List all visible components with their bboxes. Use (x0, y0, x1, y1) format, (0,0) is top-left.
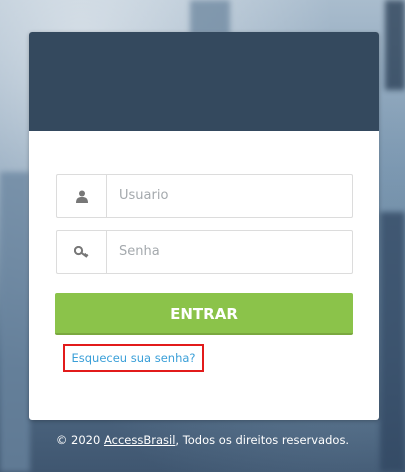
password-input[interactable]: Senha (119, 231, 160, 273)
background-building (385, 0, 405, 90)
footer-brand-link[interactable]: AccessBrasil (104, 433, 175, 447)
footer-suffix: , Todos os direitos reservados. (175, 433, 350, 447)
footer: © 2020 AccessBrasil, Todos os direitos r… (0, 433, 405, 447)
login-button[interactable]: ENTRAR (55, 293, 353, 335)
login-card: Usuario Senha ENTRAR Esqueceu sua senha? (29, 32, 379, 420)
footer-prefix: © 2020 (55, 433, 104, 447)
login-card-header (29, 32, 379, 131)
background-building (0, 172, 30, 472)
key-icon (57, 231, 107, 273)
forgot-password-link[interactable]: Esqueceu sua senha? (71, 351, 195, 365)
username-field[interactable]: Usuario (56, 174, 353, 218)
password-field[interactable]: Senha (56, 230, 353, 274)
background-building (190, 0, 230, 35)
forgot-password-highlight: Esqueceu sua senha? (63, 344, 204, 372)
user-icon (57, 175, 107, 217)
username-input[interactable]: Usuario (119, 175, 168, 217)
